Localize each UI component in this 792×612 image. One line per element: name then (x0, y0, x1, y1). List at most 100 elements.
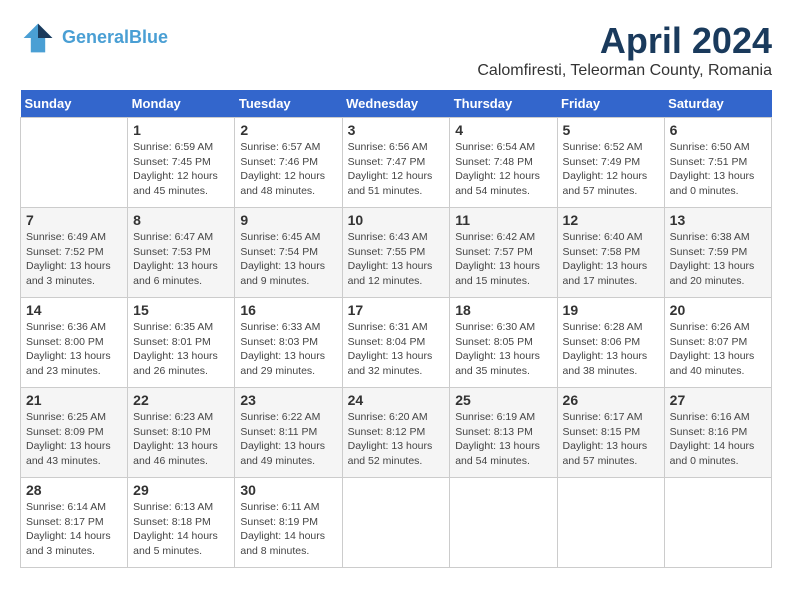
week-row-5: 28 Sunrise: 6:14 AM Sunset: 8:17 PM Dayli… (21, 478, 772, 568)
calendar-cell: 19Sunrise: 6:28 AM Sunset: 8:06 PM Dayli… (557, 298, 664, 388)
calendar-cell: 9 Sunrise: 6:45 AM Sunset: 7:54 PM Daylig… (235, 208, 342, 298)
logo: GeneralBlue (20, 20, 168, 56)
calendar-cell: 24 Sunrise: 6:20 AM Sunset: 8:12 PM Dayli… (342, 388, 450, 478)
day-number: 15 (133, 302, 229, 318)
calendar-cell: 5 Sunrise: 6:52 AM Sunset: 7:49 PM Daylig… (557, 118, 664, 208)
day-number: 17 (348, 302, 445, 318)
day-info: Sunrise: 6:26 AM Sunset: 8:07 PM Dayligh… (670, 320, 766, 379)
day-info: Sunrise: 6:22 AM Sunset: 8:11 PM Dayligh… (240, 410, 336, 469)
calendar-cell: 2 Sunrise: 6:57 AM Sunset: 7:46 PM Daylig… (235, 118, 342, 208)
calendar-cell: 20 Sunrise: 6:26 AM Sunset: 8:07 PM Dayli… (664, 298, 771, 388)
day-info: Sunrise: 6:52 AM Sunset: 7:49 PM Dayligh… (563, 140, 659, 199)
day-number: 9 (240, 212, 336, 228)
calendar-cell: 17 Sunrise: 6:31 AM Sunset: 8:04 PM Dayli… (342, 298, 450, 388)
day-info: Sunrise: 6:40 AM Sunset: 7:58 PM Dayligh… (563, 230, 659, 289)
day-number: 20 (670, 302, 766, 318)
calendar-subtitle: Calomfiresti, Teleorman County, Romania (477, 62, 772, 80)
calendar-cell: 10 Sunrise: 6:43 AM Sunset: 7:55 PM Dayli… (342, 208, 450, 298)
calendar-cell: 29 Sunrise: 6:13 AM Sunset: 8:18 PM Dayli… (128, 478, 235, 568)
logo-text: GeneralBlue (62, 28, 168, 48)
calendar-cell (450, 478, 557, 568)
day-number: 6 (670, 122, 766, 138)
day-number: 18 (455, 302, 551, 318)
day-info: Sunrise: 6:17 AM Sunset: 8:15 PM Dayligh… (563, 410, 659, 469)
day-number: 26 (563, 392, 659, 408)
calendar-cell: 26 Sunrise: 6:17 AM Sunset: 8:15 PM Dayli… (557, 388, 664, 478)
day-info: Sunrise: 6:49 AM Sunset: 7:52 PM Dayligh… (26, 230, 122, 289)
week-row-1: 1 Sunrise: 6:59 AM Sunset: 7:45 PM Daylig… (21, 118, 772, 208)
day-number: 30 (240, 482, 336, 498)
calendar-cell: 22Sunrise: 6:23 AM Sunset: 8:10 PM Dayli… (128, 388, 235, 478)
calendar-cell: 18 Sunrise: 6:30 AM Sunset: 8:05 PM Dayli… (450, 298, 557, 388)
calendar-body: 1 Sunrise: 6:59 AM Sunset: 7:45 PM Daylig… (21, 118, 772, 568)
day-number: 29 (133, 482, 229, 498)
calendar-cell: 23Sunrise: 6:22 AM Sunset: 8:11 PM Dayli… (235, 388, 342, 478)
weekday-monday: Monday (128, 90, 235, 118)
day-info: Sunrise: 6:54 AM Sunset: 7:48 PM Dayligh… (455, 140, 551, 199)
day-info: Sunrise: 6:28 AM Sunset: 8:06 PM Dayligh… (563, 320, 659, 379)
day-number: 7 (26, 212, 122, 228)
weekday-sunday: Sunday (21, 90, 128, 118)
day-info: Sunrise: 6:47 AM Sunset: 7:53 PM Dayligh… (133, 230, 229, 289)
weekday-header-row: SundayMondayTuesdayWednesdayThursdayFrid… (21, 90, 772, 118)
day-info: Sunrise: 6:20 AM Sunset: 8:12 PM Dayligh… (348, 410, 445, 469)
day-info: Sunrise: 6:11 AM Sunset: 8:19 PM Dayligh… (240, 500, 336, 559)
day-info: Sunrise: 6:42 AM Sunset: 7:57 PM Dayligh… (455, 230, 551, 289)
calendar-cell (342, 478, 450, 568)
day-number: 2 (240, 122, 336, 138)
day-number: 16 (240, 302, 336, 318)
day-number: 28 (26, 482, 122, 498)
calendar-cell: 21 Sunrise: 6:25 AM Sunset: 8:09 PM Dayli… (21, 388, 128, 478)
day-number: 1 (133, 122, 229, 138)
week-row-3: 14Sunrise: 6:36 AM Sunset: 8:00 PM Dayli… (21, 298, 772, 388)
day-info: Sunrise: 6:30 AM Sunset: 8:05 PM Dayligh… (455, 320, 551, 379)
day-number: 13 (670, 212, 766, 228)
day-info: Sunrise: 6:16 AM Sunset: 8:16 PM Dayligh… (670, 410, 766, 469)
day-info: Sunrise: 6:25 AM Sunset: 8:09 PM Dayligh… (26, 410, 122, 469)
calendar-cell: 14Sunrise: 6:36 AM Sunset: 8:00 PM Dayli… (21, 298, 128, 388)
day-number: 24 (348, 392, 445, 408)
calendar-cell: 28 Sunrise: 6:14 AM Sunset: 8:17 PM Dayli… (21, 478, 128, 568)
calendar-cell: 12 Sunrise: 6:40 AM Sunset: 7:58 PM Dayli… (557, 208, 664, 298)
day-number: 5 (563, 122, 659, 138)
weekday-saturday: Saturday (664, 90, 771, 118)
day-info: Sunrise: 6:38 AM Sunset: 7:59 PM Dayligh… (670, 230, 766, 289)
day-info: Sunrise: 6:50 AM Sunset: 7:51 PM Dayligh… (670, 140, 766, 199)
day-number: 10 (348, 212, 445, 228)
day-number: 8 (133, 212, 229, 228)
calendar-cell: 15 Sunrise: 6:35 AM Sunset: 8:01 PM Dayli… (128, 298, 235, 388)
weekday-wednesday: Wednesday (342, 90, 450, 118)
calendar-cell: 30 Sunrise: 6:11 AM Sunset: 8:19 PM Dayli… (235, 478, 342, 568)
calendar-cell: 8 Sunrise: 6:47 AM Sunset: 7:53 PM Daylig… (128, 208, 235, 298)
week-row-4: 21 Sunrise: 6:25 AM Sunset: 8:09 PM Dayli… (21, 388, 772, 478)
calendar-cell: 4Sunrise: 6:54 AM Sunset: 7:48 PM Daylig… (450, 118, 557, 208)
day-info: Sunrise: 6:19 AM Sunset: 8:13 PM Dayligh… (455, 410, 551, 469)
day-info: Sunrise: 6:31 AM Sunset: 8:04 PM Dayligh… (348, 320, 445, 379)
day-info: Sunrise: 6:14 AM Sunset: 8:17 PM Dayligh… (26, 500, 122, 559)
day-number: 11 (455, 212, 551, 228)
calendar-cell: 25 Sunrise: 6:19 AM Sunset: 8:13 PM Dayli… (450, 388, 557, 478)
day-info: Sunrise: 6:59 AM Sunset: 7:45 PM Dayligh… (133, 140, 229, 199)
day-number: 25 (455, 392, 551, 408)
calendar-cell: 1 Sunrise: 6:59 AM Sunset: 7:45 PM Daylig… (128, 118, 235, 208)
day-number: 12 (563, 212, 659, 228)
day-number: 3 (348, 122, 445, 138)
weekday-thursday: Thursday (450, 90, 557, 118)
day-number: 21 (26, 392, 122, 408)
day-number: 22 (133, 392, 229, 408)
weekday-friday: Friday (557, 90, 664, 118)
day-info: Sunrise: 6:36 AM Sunset: 8:00 PM Dayligh… (26, 320, 122, 379)
calendar-cell: 27Sunrise: 6:16 AM Sunset: 8:16 PM Dayli… (664, 388, 771, 478)
day-info: Sunrise: 6:57 AM Sunset: 7:46 PM Dayligh… (240, 140, 336, 199)
day-info: Sunrise: 6:33 AM Sunset: 8:03 PM Dayligh… (240, 320, 336, 379)
day-info: Sunrise: 6:56 AM Sunset: 7:47 PM Dayligh… (348, 140, 445, 199)
weekday-tuesday: Tuesday (235, 90, 342, 118)
day-info: Sunrise: 6:45 AM Sunset: 7:54 PM Dayligh… (240, 230, 336, 289)
day-info: Sunrise: 6:13 AM Sunset: 8:18 PM Dayligh… (133, 500, 229, 559)
calendar-cell: 13 Sunrise: 6:38 AM Sunset: 7:59 PM Dayli… (664, 208, 771, 298)
day-info: Sunrise: 6:35 AM Sunset: 8:01 PM Dayligh… (133, 320, 229, 379)
calendar-cell (664, 478, 771, 568)
day-info: Sunrise: 6:43 AM Sunset: 7:55 PM Dayligh… (348, 230, 445, 289)
calendar-cell (557, 478, 664, 568)
logo-icon (20, 20, 56, 56)
